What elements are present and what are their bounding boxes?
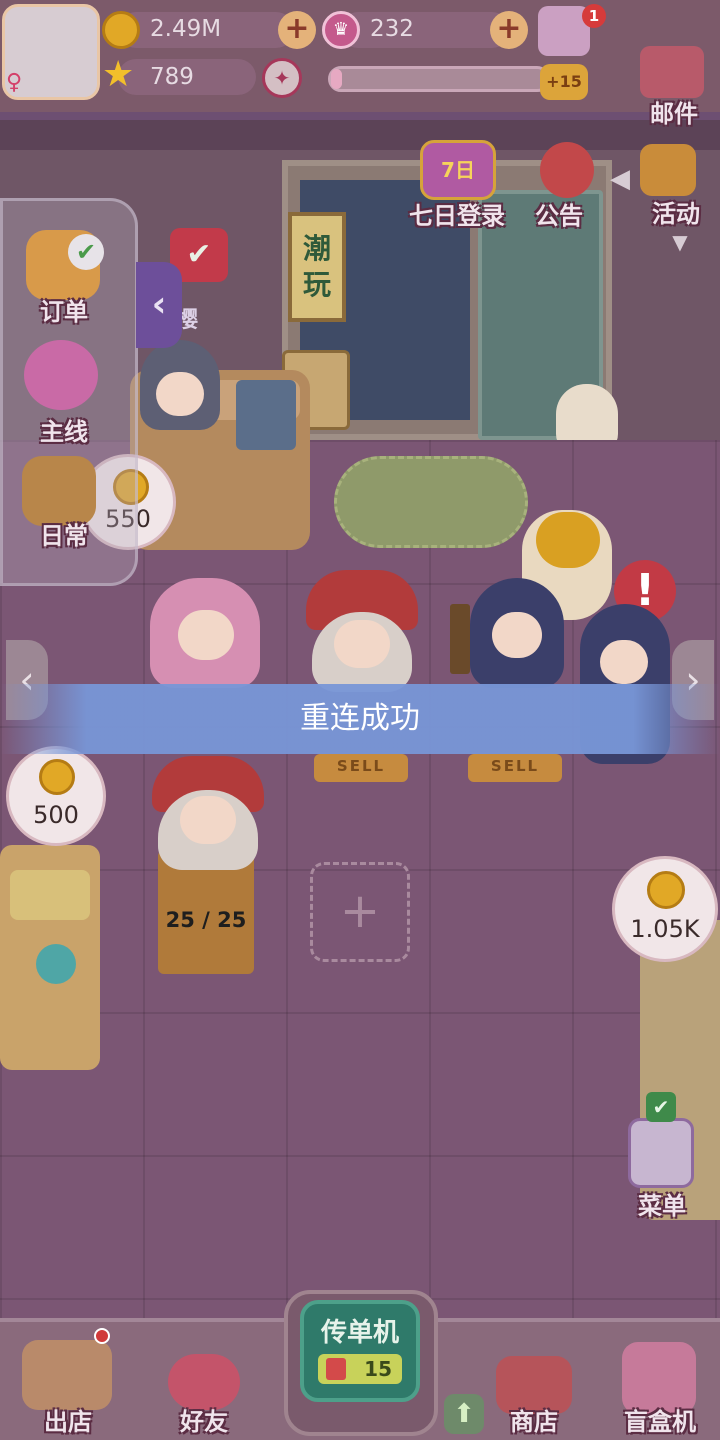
stand-stock-count: 25 / 25 — [165, 908, 247, 932]
flyer-card-icon — [326, 1358, 346, 1380]
coin-icon — [39, 759, 75, 795]
activity-chest-icon[interactable] — [640, 144, 696, 196]
coin-amount: 2.49M — [150, 16, 222, 42]
gift-paper-roll — [10, 870, 90, 920]
figure-face — [180, 796, 236, 844]
seven-day-login-icon[interactable]: 7日 — [420, 140, 496, 200]
coin-icon — [647, 871, 685, 909]
storyline-icon[interactable] — [24, 340, 98, 410]
task-order-label[interactable]: 订单 — [14, 292, 114, 327]
broom-icon[interactable]: ✦ — [262, 58, 302, 98]
figure-face — [334, 620, 390, 668]
sell-plate: SELL — [468, 754, 562, 782]
cash-register — [236, 380, 296, 450]
add-stand-slot[interactable]: + — [310, 862, 410, 962]
tape-roll — [36, 944, 76, 984]
cashier-face — [156, 372, 204, 416]
coin-icon — [102, 11, 140, 49]
notification-dot — [94, 1328, 110, 1344]
mail-icon[interactable] — [640, 46, 704, 98]
level-up-badge[interactable]: +15 — [540, 64, 588, 100]
gem-pill — [340, 12, 510, 48]
coin-bubble-value: 500 — [33, 801, 79, 829]
sell-plate: SELL — [314, 754, 408, 782]
activity-label[interactable]: 活动 — [634, 194, 718, 229]
experience-bar — [328, 66, 550, 92]
coin-bubble-value: 1.05K — [630, 915, 700, 943]
customer-face — [600, 640, 648, 684]
stock-bar — [450, 604, 470, 674]
crown-icon: ♛ — [322, 11, 360, 49]
upgrade-arrow-icon[interactable]: ⬆ — [444, 1394, 484, 1434]
notification-badge: 1 — [582, 4, 606, 28]
nav-blind-box-label[interactable]: 盲盒机 — [604, 1402, 716, 1437]
task-daily-label[interactable]: 日常 — [14, 516, 114, 551]
chick-head — [536, 512, 600, 568]
checkmark-icon: ✔ — [646, 1092, 676, 1122]
menu-label[interactable]: 菜单 — [614, 1186, 710, 1221]
female-icon: ♀ — [6, 70, 23, 95]
go-out-map-icon[interactable] — [22, 1340, 112, 1410]
announcement-label[interactable]: 公告 — [522, 196, 596, 231]
add-coins-button[interactable]: + — [278, 11, 316, 49]
add-gems-button[interactable]: + — [490, 11, 528, 49]
checkmark-icon: ✔ — [68, 234, 104, 270]
menu-icon[interactable] — [628, 1118, 694, 1188]
flyer-machine-title[interactable]: 传单机 — [300, 1312, 420, 1349]
staff-name-tag: 樱 — [176, 308, 199, 333]
collapse-panel-button[interactable]: ‹ — [136, 262, 182, 348]
announcement-icon[interactable] — [540, 142, 594, 198]
toast-message: 重连成功 — [300, 701, 420, 736]
nav-shop-label[interactable]: 商店 — [484, 1402, 584, 1437]
task-main-label[interactable]: 主线 — [14, 412, 114, 447]
star-amount: 789 — [150, 64, 194, 90]
nav-friends-label[interactable]: 好友 — [152, 1402, 256, 1437]
figure-face — [492, 612, 542, 658]
customer-face — [178, 610, 234, 660]
coin-bubble-left[interactable]: 500 — [6, 746, 106, 846]
gem-amount: 232 — [370, 16, 414, 42]
seven-day-login-label[interactable]: 七日登录 — [398, 196, 516, 231]
green-rug — [334, 456, 528, 548]
experience-fill — [331, 69, 342, 89]
shop-sign-char: 玩 — [302, 268, 331, 301]
mail-label[interactable]: 邮件 — [632, 94, 716, 129]
nav-go-out-label[interactable]: 出店 — [16, 1402, 120, 1437]
shop-sign: 潮 玩 — [288, 212, 346, 322]
coin-bubble-right[interactable]: 1.05K — [612, 856, 718, 962]
expand-events-arrow[interactable]: ▼ — [666, 232, 694, 252]
wall-trim — [0, 120, 720, 150]
star-icon: ★ — [102, 54, 135, 95]
shop-sign-char: 潮 — [302, 232, 331, 265]
event-left-arrow[interactable]: ◀ — [610, 164, 630, 194]
